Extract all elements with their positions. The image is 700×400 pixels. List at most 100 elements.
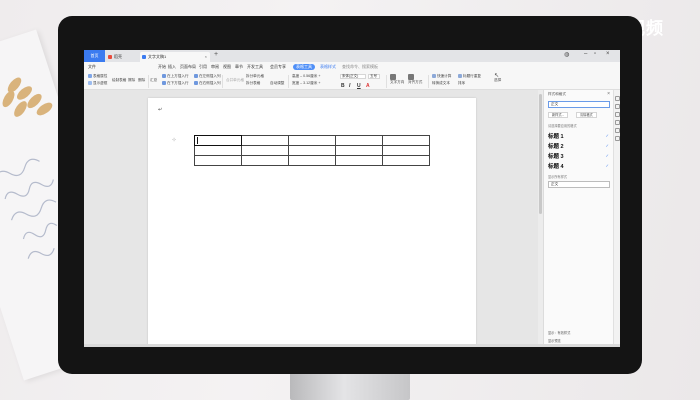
table-cell[interactable] [194, 145, 242, 156]
col-width-control[interactable]: 宽度 – 3.12厘米 + [292, 81, 320, 85]
merge-cells-button[interactable]: 合并单元格 [226, 78, 244, 82]
text-caret [197, 137, 198, 144]
quick-calc-button[interactable]: 快速计算 [432, 74, 451, 79]
style-heading-1[interactable]: 标题 1 ✓ [548, 132, 610, 141]
table-cell[interactable] [288, 145, 336, 156]
table-cell[interactable] [288, 155, 336, 166]
menu-file[interactable]: 文件 [88, 62, 96, 72]
current-style-select[interactable]: 正文 [548, 101, 610, 108]
delete-button[interactable]: 删除 [138, 78, 145, 82]
table-cell[interactable] [194, 155, 242, 166]
alignment-button[interactable]: 对齐方式 [408, 74, 422, 84]
split-cells-button[interactable]: 拆分单元格 [246, 74, 264, 78]
menu-home[interactable]: 开始 [158, 62, 166, 72]
style-heading-4[interactable]: 标题 4 ✓ [548, 162, 610, 171]
menu-view[interactable]: 视图 [223, 62, 231, 72]
scrollbar-thumb[interactable] [539, 94, 542, 214]
menu-member[interactable]: 会员专享 [270, 62, 286, 72]
autofit-button[interactable]: 自动调整 [270, 81, 284, 85]
table-cell[interactable] [382, 155, 430, 166]
document-page[interactable]: ↵ ⊹ [148, 98, 476, 347]
repeat-header-button[interactable]: 标题行重复 [458, 74, 481, 79]
menu-developer[interactable]: 开发工具 [247, 62, 263, 72]
document-canvas[interactable]: ↵ ⊹ [84, 90, 538, 347]
tab-docer[interactable]: 稻壳 [106, 52, 138, 62]
table-row [194, 145, 430, 156]
side-tool-icon[interactable] [615, 104, 620, 109]
table-cell[interactable] [194, 135, 242, 146]
style-heading-1-label: 标题 1 [548, 134, 564, 140]
text-direction-button[interactable]: 文字方向 [390, 74, 404, 84]
table-cell[interactable] [335, 145, 383, 156]
account-icon[interactable]: ◍ [564, 51, 569, 58]
table-cell[interactable] [288, 135, 336, 146]
table-cell[interactable] [335, 135, 383, 146]
close-window-icon[interactable]: × [606, 51, 610, 57]
new-tab-icon[interactable]: + [214, 51, 218, 58]
table-cell[interactable] [241, 135, 289, 146]
col-width-label: 宽度 [292, 81, 300, 85]
document-table[interactable] [194, 135, 430, 166]
menu-section[interactable]: 章节 [235, 62, 243, 72]
table-cell[interactable] [382, 135, 430, 146]
side-tool-icon[interactable] [615, 136, 620, 141]
table-properties-label: 表格属性 [93, 74, 108, 78]
tab-table-tools[interactable]: 表格工具 [293, 64, 315, 70]
menu-review[interactable]: 审阅 [211, 62, 219, 72]
text-direction-label: 文字方向 [390, 80, 405, 84]
show-valid-styles[interactable]: 显示：有效样式 [548, 330, 570, 335]
to-text-button[interactable]: 转换成文本 [432, 81, 450, 85]
menu-references[interactable]: 引用 [199, 62, 207, 72]
side-tool-icon[interactable] [615, 112, 620, 117]
bold-button[interactable]: B [341, 83, 345, 89]
show-preview-toggle[interactable]: 显示预览 [548, 338, 561, 343]
show-gridlines-button[interactable]: 显示虚框 [88, 81, 107, 86]
draw-table-button[interactable]: 绘制表格 [112, 78, 126, 82]
new-style-button[interactable]: 新样式... [548, 112, 569, 118]
insert-col-left-button[interactable]: 在左侧插入列 [194, 74, 221, 79]
styles-pane: 样式和格式 × 正文 新样式... 清除格式 请选择要应用的格式 标题 1 ✓ 标… [543, 90, 613, 347]
table-cell[interactable] [335, 155, 383, 166]
row-height-control[interactable]: 高度 – 0.56厘米 + [292, 74, 320, 78]
menu-layout[interactable]: 页面布局 [180, 62, 196, 72]
insert-row-below-button[interactable]: 在下方插入行 [162, 81, 189, 86]
side-tool-icon[interactable] [615, 120, 620, 125]
table-move-handle-icon[interactable]: ⊹ [172, 137, 176, 143]
tab-table-style[interactable]: 表格样式 [317, 64, 339, 70]
table-cell[interactable] [241, 145, 289, 156]
font-family-select[interactable]: 宋体(正文) [340, 74, 366, 79]
table-properties-button[interactable]: 表格属性 [88, 74, 108, 79]
minimize-icon[interactable]: – [584, 51, 587, 57]
table-cell[interactable] [382, 145, 430, 156]
insert-row-above-button[interactable]: 在上方插入行 [162, 74, 189, 79]
maximize-icon[interactable]: ▫ [594, 51, 596, 57]
summary-button[interactable]: 汇总 [150, 78, 157, 82]
font-color-icon[interactable]: A [366, 83, 370, 89]
close-pane-icon[interactable]: × [607, 91, 610, 97]
underline-button[interactable]: U [357, 83, 361, 89]
home-tab[interactable]: 首页 [84, 50, 105, 62]
clear-format-button[interactable]: 清除格式 [576, 112, 597, 118]
style-heading-3-label: 标题 3 [548, 154, 564, 160]
table-icon [88, 74, 92, 79]
body-style-field[interactable]: 正文 [548, 181, 610, 188]
split-table-button[interactable]: 拆分表格 [246, 81, 260, 85]
select-button[interactable]: ↖ 选择 [494, 73, 501, 82]
sort-button[interactable]: 排序 [458, 81, 465, 85]
insert-col-left-label: 在左侧插入列 [199, 74, 221, 78]
eraser-button[interactable]: 擦除 [128, 78, 135, 82]
side-tool-icon[interactable] [615, 96, 620, 101]
tab-document[interactable]: 文字文稿1 × [140, 52, 210, 62]
style-heading-2[interactable]: 标题 2 ✓ [548, 142, 610, 151]
insert-col-right-button[interactable]: 在右侧插入列 [194, 81, 221, 86]
side-tool-icon[interactable] [615, 128, 620, 133]
style-check-icon: ✓ [605, 163, 609, 168]
font-size-select[interactable]: 五号 [368, 74, 380, 79]
menu-insert[interactable]: 插入 [168, 62, 176, 72]
command-search[interactable]: 查找命令、搜索模板 [342, 62, 378, 72]
italic-button[interactable]: I [349, 83, 350, 89]
menu-bar: 文件 开始 插入 页面布局 引用 审阅 视图 章节 开发工具 会员专享 表格工具… [84, 62, 620, 72]
table-cell[interactable] [241, 155, 289, 166]
close-tab-icon[interactable]: × [205, 52, 207, 62]
style-heading-3[interactable]: 标题 3 ✓ [548, 152, 610, 161]
